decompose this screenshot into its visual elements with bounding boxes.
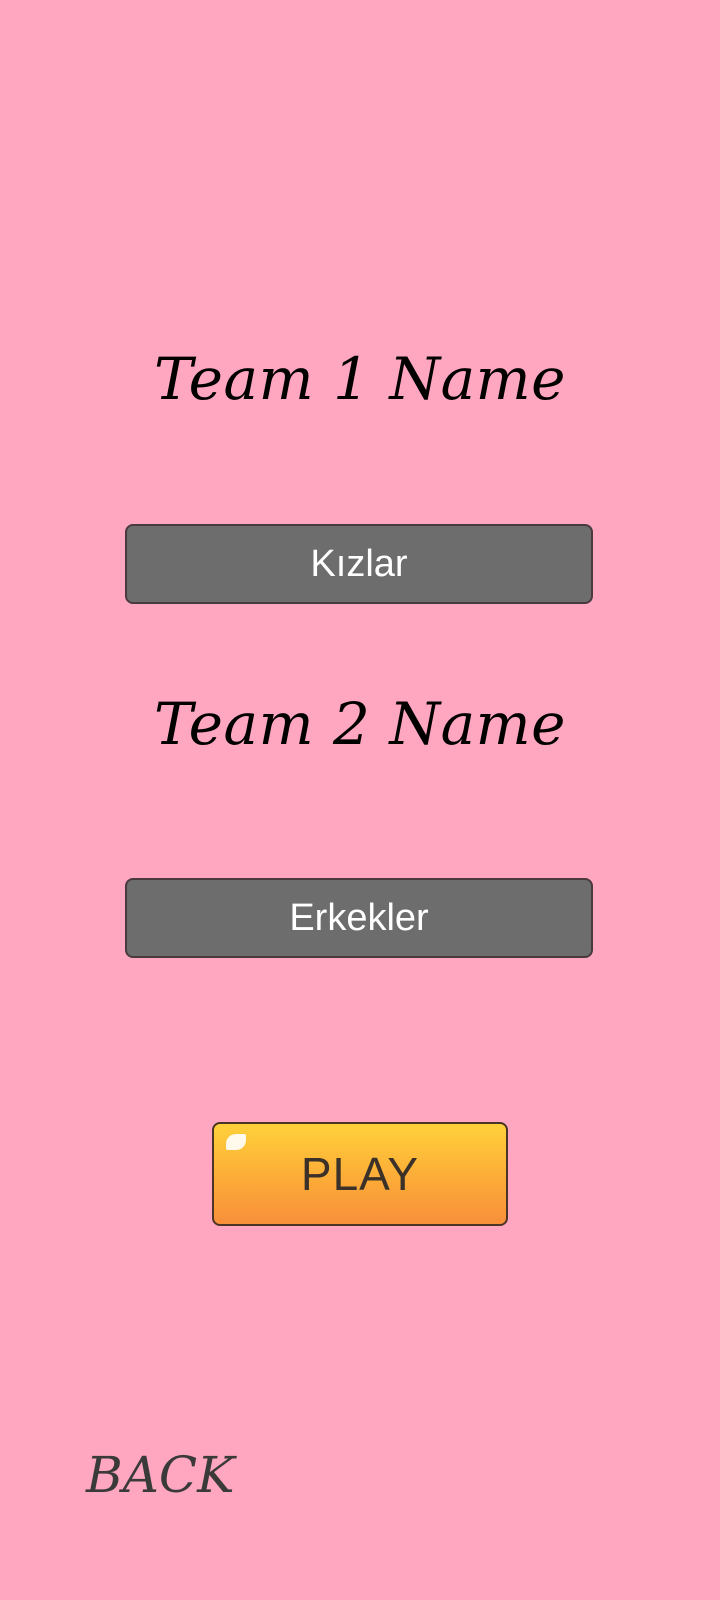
team1-name-label: Team 1 Name bbox=[153, 345, 566, 413]
team1-name-input[interactable] bbox=[125, 524, 593, 604]
team2-name-input[interactable] bbox=[125, 878, 593, 958]
play-button[interactable]: PLAY bbox=[212, 1122, 508, 1226]
back-button[interactable]: BACK bbox=[86, 1446, 234, 1504]
team2-name-label: Team 2 Name bbox=[153, 690, 566, 758]
play-button-label: PLAY bbox=[300, 1148, 420, 1200]
play-button-gloss bbox=[226, 1134, 246, 1150]
